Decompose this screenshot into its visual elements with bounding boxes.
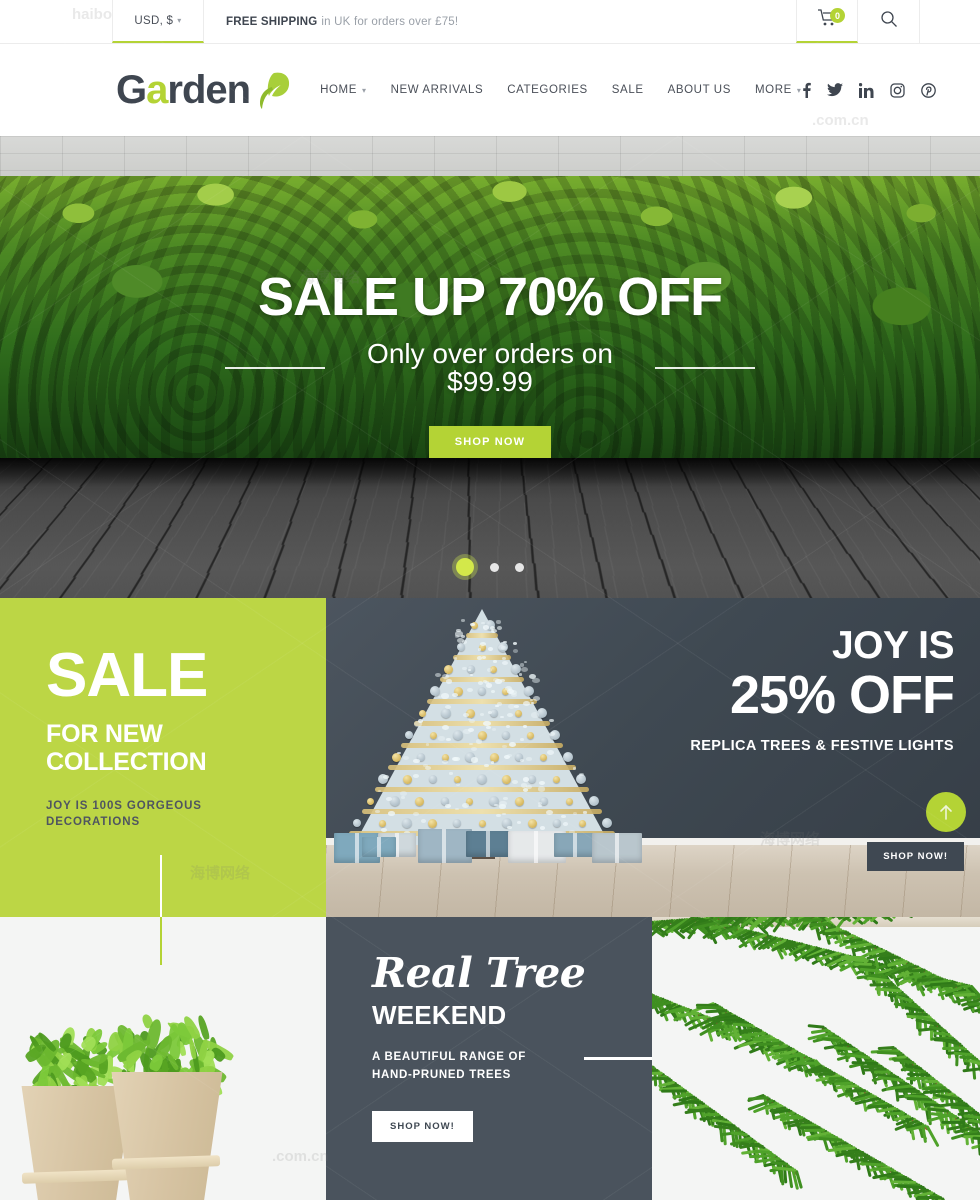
promo-real-tree-weekend[interactable]: Real Tree WEEKEND A BEAUTIFUL RANGE OF H… bbox=[326, 917, 652, 1200]
nav-item-about-us[interactable]: ABOUT US bbox=[668, 84, 731, 96]
promo-tree-description: A BEAUTIFUL RANGE OF HAND-PRUNED TREES bbox=[372, 1049, 652, 1085]
promo-sale-title: SALE bbox=[46, 646, 326, 706]
linkedin-icon[interactable] bbox=[859, 83, 874, 98]
promo-joy-line3: REPLICA TREES & FESTIVE LIGHTS bbox=[690, 738, 954, 754]
hero-slider-dots bbox=[0, 558, 980, 576]
instagram-icon[interactable] bbox=[890, 83, 905, 98]
twitter-icon[interactable] bbox=[827, 83, 843, 97]
promo-tree-rule bbox=[584, 1057, 652, 1060]
promo-sale-subtitle-line2: COLLECTION bbox=[46, 748, 326, 776]
facebook-icon[interactable] bbox=[802, 82, 811, 98]
hero-rule-left bbox=[225, 367, 325, 369]
logo[interactable]: G a rden bbox=[116, 68, 292, 113]
nav-item-more[interactable]: MORE ▾ bbox=[755, 84, 802, 96]
top-bar: USD, $ ▾ FREE SHIPPING in UK for orders … bbox=[0, 0, 980, 44]
leaf-icon bbox=[254, 69, 292, 111]
top-bar-left-spacer bbox=[0, 0, 112, 43]
nav-label: HOME bbox=[320, 84, 357, 96]
promo-sale-subtitle-line1: FOR NEW bbox=[46, 720, 326, 748]
currency-label: USD, $ bbox=[134, 15, 173, 27]
hero-slider-dot-1[interactable] bbox=[456, 558, 474, 576]
site-header: G a rden HOME ▾ NEW ARRIVALS CATEGORIES … bbox=[0, 44, 980, 136]
promo-joy-line2: 25% OFF bbox=[690, 667, 954, 724]
hero-rule-right bbox=[655, 367, 755, 369]
promo-joy-text: JOY IS 25% OFF REPLICA TREES & FESTIVE L… bbox=[690, 626, 954, 754]
promo-sale-note-line1: JOY IS 100S GORGEOUS bbox=[46, 798, 326, 815]
logo-text-1: G bbox=[116, 68, 146, 113]
nav-item-categories[interactable]: CATEGORIES bbox=[507, 84, 588, 96]
search-button[interactable] bbox=[858, 0, 920, 43]
hero-subtitle-row: Only over orders on $99.99 bbox=[0, 340, 980, 396]
search-icon bbox=[880, 10, 898, 33]
nav-label: CATEGORIES bbox=[507, 84, 588, 96]
shipping-notice-text: in UK for orders over £75! bbox=[321, 16, 458, 28]
promo-tree-heading: WEEKEND bbox=[372, 1000, 652, 1031]
cart-count-badge: 0 bbox=[830, 8, 845, 23]
shipping-notice-strong: FREE SHIPPING bbox=[226, 16, 317, 28]
promo-tree-shop-now-button[interactable]: SHOP NOW! bbox=[372, 1111, 473, 1142]
promo-sale-note-line2: DECORATIONS bbox=[46, 814, 326, 831]
hero-slider-dot-3[interactable] bbox=[515, 563, 524, 572]
promo-joy-shop-now-button[interactable]: SHOP NOW! bbox=[867, 842, 964, 871]
promo-sale-note: JOY IS 100S GORGEOUS DECORATIONS bbox=[46, 798, 326, 831]
promo-row: SALE FOR NEW COLLECTION JOY IS 100S GORG… bbox=[0, 598, 980, 917]
top-bar-right-spacer bbox=[920, 0, 980, 43]
shipping-notice: FREE SHIPPING in UK for orders over £75! bbox=[204, 0, 796, 43]
cart-button[interactable]: 0 bbox=[796, 0, 858, 43]
logo-text-accent: a bbox=[146, 68, 167, 113]
nav-label: NEW ARRIVALS bbox=[391, 84, 484, 96]
hero-shop-now-button[interactable]: SHOP NOW bbox=[429, 426, 552, 458]
pine-branches-panel[interactable] bbox=[652, 917, 980, 1200]
promo-sale-subtitle: FOR NEW COLLECTION bbox=[46, 720, 326, 776]
christmas-tree-ornaments bbox=[332, 601, 632, 859]
chevron-down-icon: ▾ bbox=[177, 16, 181, 25]
hero-content: SALE UP 70% OFF Only over orders on $99.… bbox=[0, 136, 980, 598]
chevron-down-icon: ▾ bbox=[362, 86, 367, 95]
bottom-row: Real Tree WEEKEND A BEAUTIFUL RANGE OF H… bbox=[0, 917, 980, 1200]
promo-sale-collection[interactable]: SALE FOR NEW COLLECTION JOY IS 100S GORG… bbox=[0, 598, 326, 917]
currency-selector[interactable]: USD, $ ▾ bbox=[112, 0, 204, 43]
nav-item-home[interactable]: HOME ▾ bbox=[320, 84, 367, 96]
scroll-to-top-button[interactable] bbox=[926, 792, 966, 832]
hero-slider[interactable]: SALE UP 70% OFF Only over orders on $99.… bbox=[0, 136, 980, 598]
hero-slider-dot-2[interactable] bbox=[490, 563, 499, 572]
promo-divider-white bbox=[160, 855, 162, 917]
potted-plants-panel[interactable] bbox=[0, 917, 326, 1200]
promo-divider-green bbox=[160, 917, 162, 965]
nav-label: ABOUT US bbox=[668, 84, 731, 96]
hero-title: SALE UP 70% OFF bbox=[258, 270, 722, 324]
promo-joy-line1: JOY IS bbox=[690, 626, 954, 665]
top-bar-right: 0 bbox=[796, 0, 980, 43]
promo-tree-script-title: Real Tree bbox=[372, 953, 652, 994]
pinterest-icon[interactable] bbox=[921, 83, 936, 98]
main-nav: HOME ▾ NEW ARRIVALS CATEGORIES SALE ABOU… bbox=[320, 84, 801, 96]
nav-item-new-arrivals[interactable]: NEW ARRIVALS bbox=[391, 84, 484, 96]
christmas-tree-image bbox=[332, 601, 632, 859]
social-links bbox=[802, 82, 936, 98]
promo-joy-25-off[interactable]: JOY IS 25% OFF REPLICA TREES & FESTIVE L… bbox=[326, 598, 980, 917]
nav-label: SALE bbox=[612, 84, 644, 96]
arrow-up-icon bbox=[938, 803, 954, 821]
hero-subtitle: Only over orders on $99.99 bbox=[325, 340, 655, 396]
logo-text-2: rden bbox=[167, 68, 250, 113]
nav-item-sale[interactable]: SALE bbox=[612, 84, 644, 96]
nav-label: MORE bbox=[755, 84, 792, 96]
promo-tree-desc-line2: HAND-PRUNED TREES bbox=[372, 1067, 652, 1085]
